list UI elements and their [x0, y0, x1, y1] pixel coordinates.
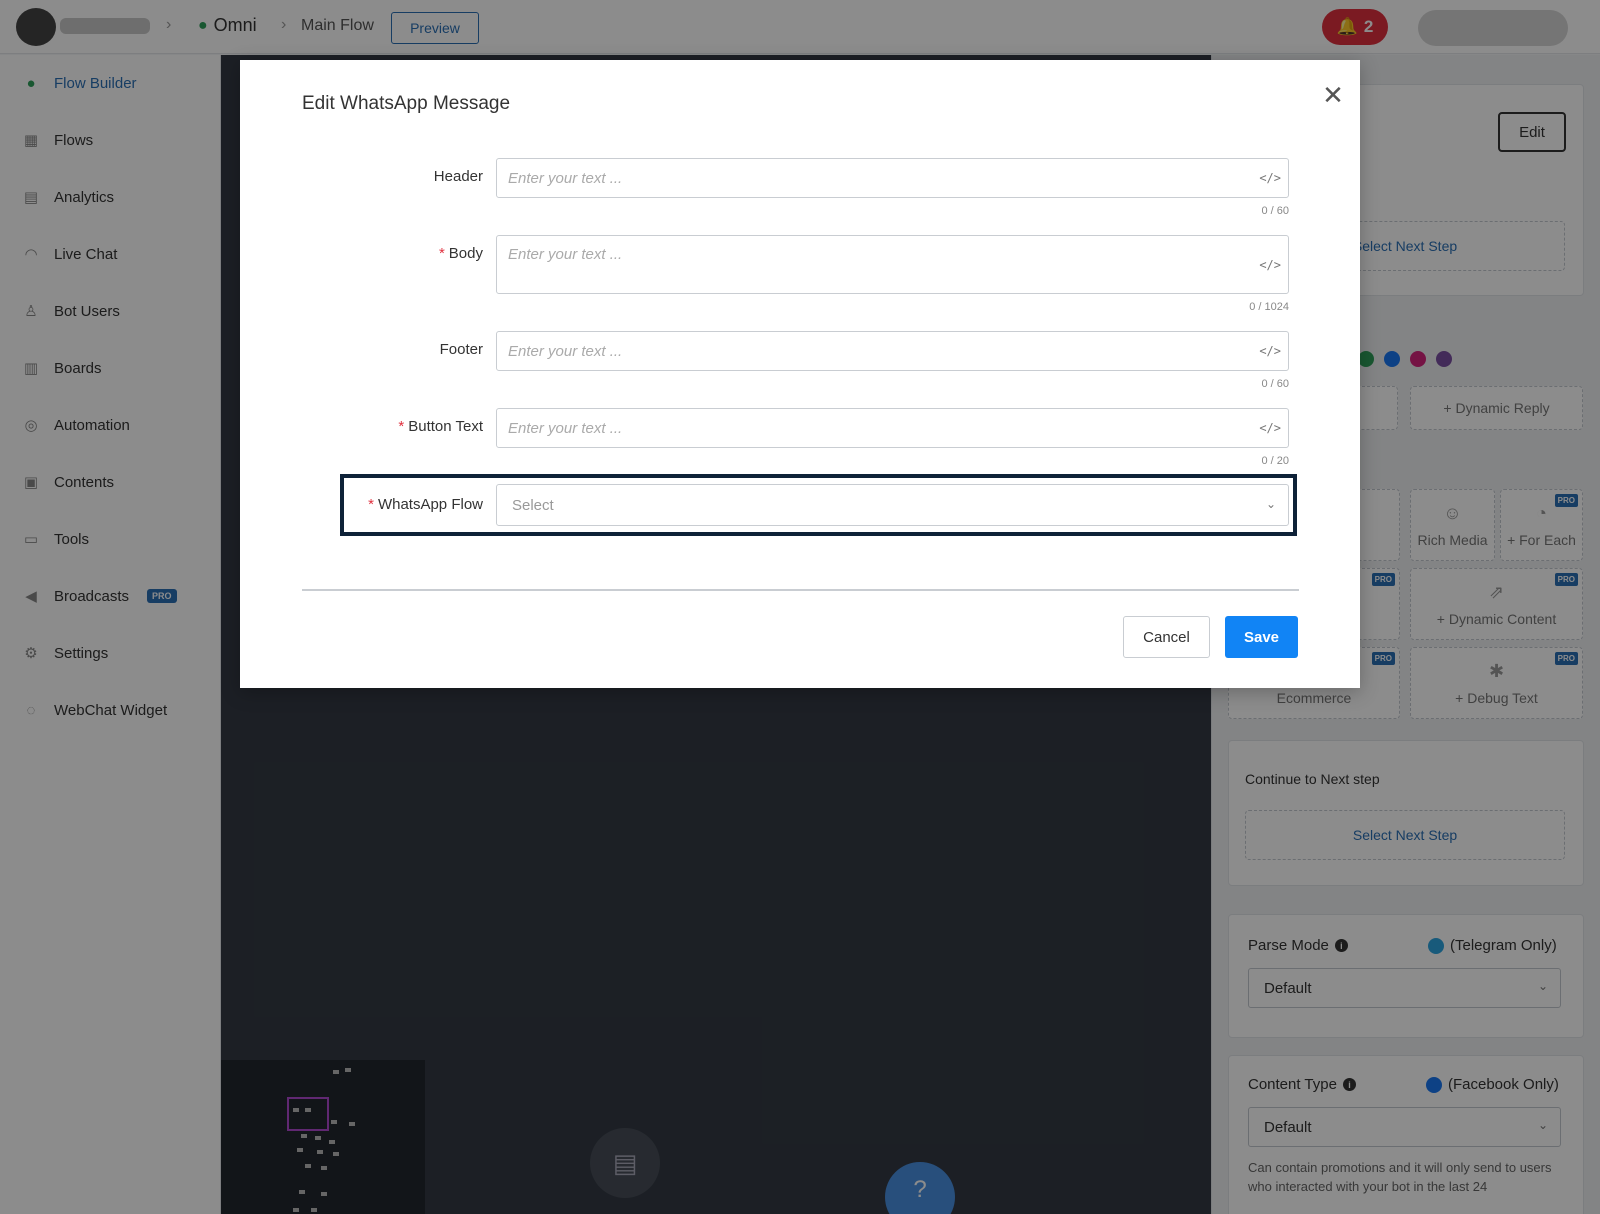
footer-field[interactable]: </>: [496, 331, 1289, 371]
modal-divider: [302, 589, 1299, 591]
button-text-counter: 0 / 20: [1261, 455, 1289, 467]
body-input[interactable]: [497, 236, 1237, 293]
button-text-field[interactable]: </>: [496, 408, 1289, 448]
header-input[interactable]: [497, 159, 1237, 197]
body-counter: 0 / 1024: [1249, 301, 1289, 313]
whatsapp-flow-label: * WhatsApp Flow: [368, 496, 483, 513]
code-icon[interactable]: </>: [1259, 421, 1281, 435]
code-icon[interactable]: </>: [1259, 258, 1281, 272]
footer-label: Footer: [439, 341, 483, 358]
header-counter: 0 / 60: [1261, 205, 1289, 217]
chevron-down-icon: ⌄: [1265, 497, 1276, 511]
whatsapp-flow-select[interactable]: Select ⌄: [496, 484, 1289, 526]
header-label: Header: [433, 168, 483, 185]
button-text-input[interactable]: [497, 409, 1237, 447]
edit-whatsapp-message-modal: Edit WhatsApp Message ✕ Header </> 0 / 6…: [240, 60, 1360, 688]
code-icon[interactable]: </>: [1259, 171, 1281, 185]
header-field[interactable]: </>: [496, 158, 1289, 198]
modal-title: Edit WhatsApp Message: [302, 93, 511, 114]
cancel-button[interactable]: Cancel: [1123, 616, 1210, 658]
button-text-label: * Button Text: [398, 418, 483, 435]
body-label: * Body: [438, 245, 483, 262]
code-icon[interactable]: </>: [1259, 344, 1281, 358]
footer-input[interactable]: [497, 332, 1237, 370]
body-field[interactable]: </>: [496, 235, 1289, 294]
footer-counter: 0 / 60: [1261, 378, 1289, 390]
close-icon[interactable]: ✕: [1318, 80, 1348, 110]
save-button[interactable]: Save: [1225, 616, 1298, 658]
